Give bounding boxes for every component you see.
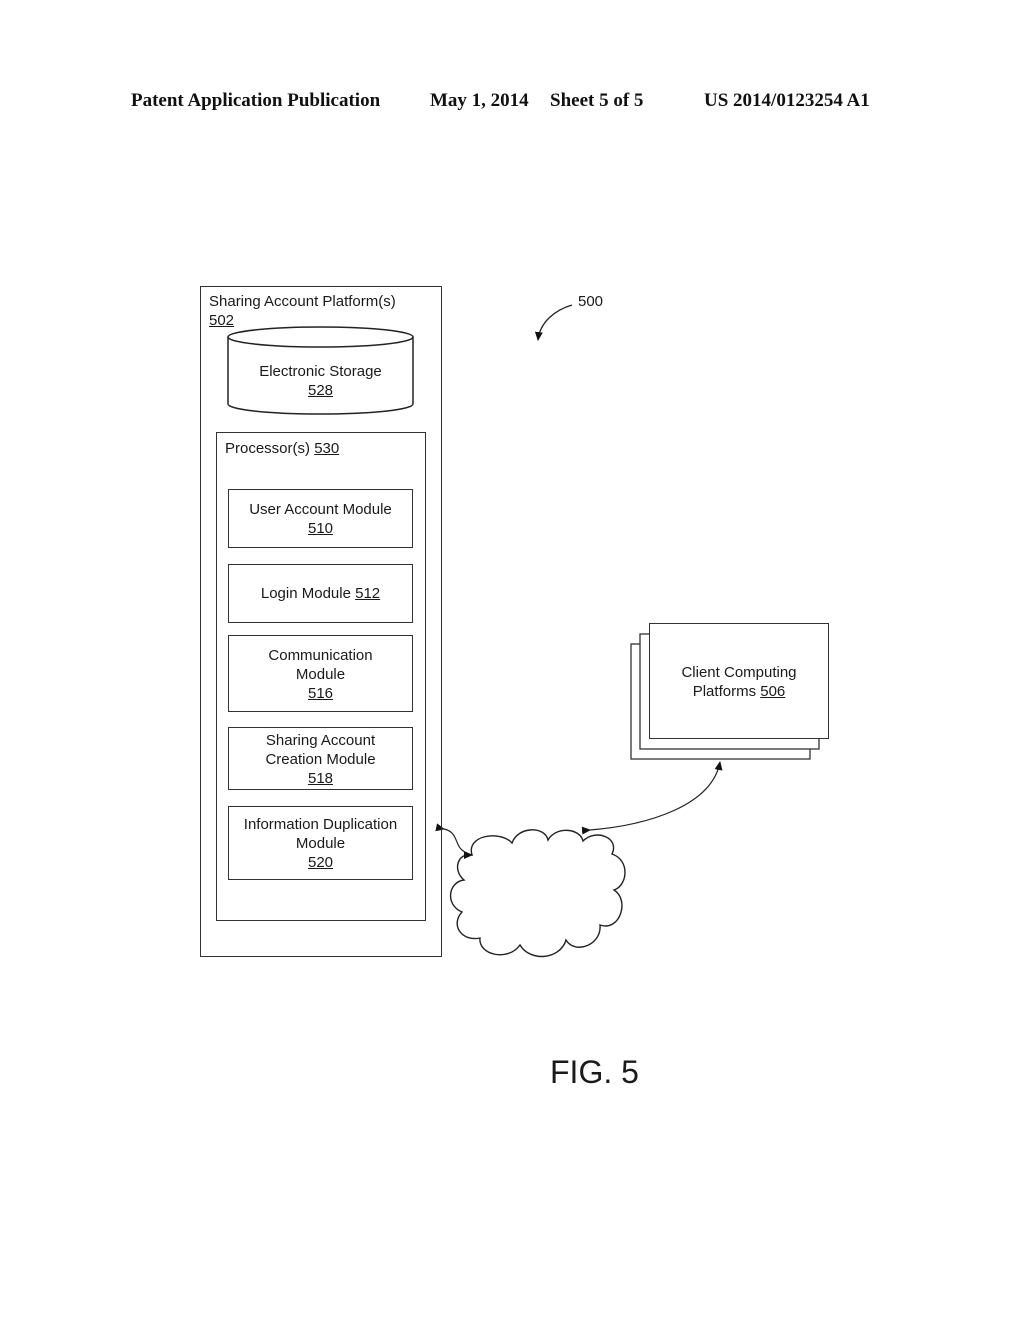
figure-caption: FIG. 5 <box>550 1054 639 1090</box>
client-ref: 506 <box>760 683 786 700</box>
module-sharing-account-creation: Sharing Account Creation Module 518 <box>228 727 413 790</box>
platform-network-connector <box>435 823 473 859</box>
module-login: Login Module 512 <box>228 564 413 623</box>
cloud-icon <box>449 829 626 958</box>
figure-ref-label: 500 <box>578 293 604 310</box>
storage-ref: 528 <box>307 382 334 399</box>
processor-title: Processor(s) 530 <box>225 440 340 457</box>
diagram-graphics <box>227 304 820 958</box>
platform-ref: 502 <box>209 312 235 329</box>
electronic-storage: Electronic Storage 528 <box>228 362 413 400</box>
client-computing-platforms: Client Computing Platforms 506 <box>649 623 829 739</box>
module-communication: Communication Module 516 <box>228 635 413 712</box>
figure-ref-arrow <box>534 304 573 341</box>
network-client-connector <box>581 761 723 835</box>
processor-ref: 530 <box>314 440 340 457</box>
platform-title: Sharing Account Platform(s) 502 <box>209 293 396 329</box>
storage-title: Electronic Storage <box>259 363 382 380</box>
module-user-account: User Account Module 510 <box>228 489 413 548</box>
module-information-duplication: Information Duplication Module 520 <box>228 806 413 880</box>
